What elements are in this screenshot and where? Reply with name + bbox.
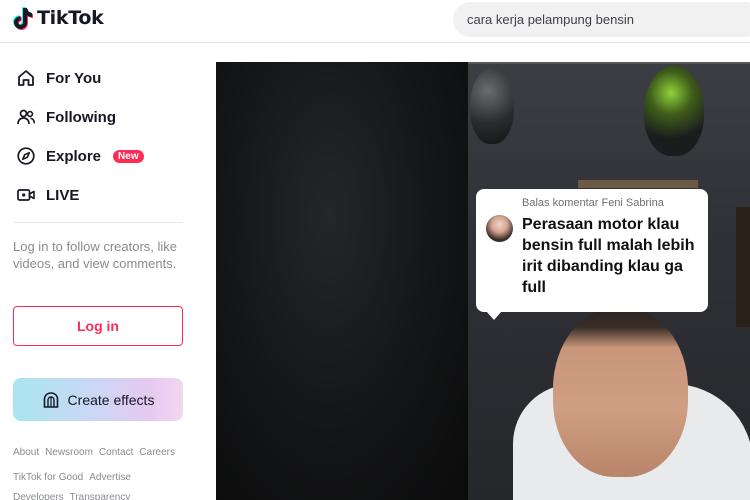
reply-comment-header: Balas komentar Feni Sabrina [522, 197, 664, 209]
nav-item-explore[interactable]: Explore New [16, 144, 144, 168]
shelf [578, 180, 698, 188]
effects-arch-icon [43, 391, 58, 408]
footer-links-row-3: Developers Transparency [13, 492, 198, 500]
footer-link-contact[interactable]: Contact [99, 447, 133, 458]
login-prompt-text: Log in to follow creators, like videos, … [13, 239, 178, 271]
footer-link-transparency[interactable]: Transparency [70, 492, 131, 500]
home-icon [16, 68, 36, 88]
nav-item-for-you[interactable]: For You [16, 66, 101, 90]
footer-link-careers[interactable]: Careers [139, 447, 175, 458]
footer-link-newsroom[interactable]: Newsroom [45, 447, 93, 458]
wall-poster [736, 207, 750, 327]
nav-item-following[interactable]: Following [16, 105, 116, 129]
video-blurred-background [216, 62, 468, 500]
reply-comment-text: Perasaan motor klau bensin full malah le… [522, 216, 695, 296]
create-effects-button[interactable]: Create effects [13, 378, 183, 421]
comment-bubble-tail [486, 311, 502, 320]
live-video-icon [16, 185, 36, 205]
tiktok-wordmark: TikTok [37, 7, 104, 29]
video-player[interactable]: Balas komentar Feni Sabrina Perasaan mot… [216, 62, 750, 500]
top-bar: TikTok cara kerja pelampung bensin [0, 0, 750, 43]
footer-links-row-1: About Newsroom Contact Careers [13, 447, 198, 458]
login-button[interactable]: Log in [13, 306, 183, 346]
footer-link-tiktok-for-good[interactable]: TikTok for Good [13, 472, 83, 483]
nav-label-for-you: For You [46, 69, 102, 87]
nav-label-following: Following [46, 108, 116, 126]
footer-links-row-2: TikTok for Good Advertise [13, 472, 198, 483]
reply-comment-sticker: Balas komentar Feni Sabrina Perasaan mot… [476, 189, 708, 320]
sidebar: For You Following Explore New LIVE Log i… [0, 43, 200, 500]
wall-edge [468, 62, 750, 64]
new-badge: New [113, 149, 144, 163]
footer-link-advertise[interactable]: Advertise [89, 472, 131, 483]
search-input[interactable]: cara kerja pelampung bensin [453, 2, 750, 37]
create-effects-label: Create effects [67, 391, 155, 408]
search-query-text: cara kerja pelampung bensin [467, 12, 634, 27]
nav-label-live: LIVE [46, 186, 80, 204]
helmet-right [644, 66, 704, 156]
compass-icon [16, 146, 36, 166]
helmet-left [470, 68, 514, 144]
nav-item-live[interactable]: LIVE [16, 183, 79, 207]
people-icon [16, 107, 36, 127]
tiktok-logo-icon [13, 7, 33, 30]
footer-link-about[interactable]: About [13, 447, 39, 458]
nav-label-explore: Explore [46, 147, 102, 165]
footer-link-developers[interactable]: Developers [13, 492, 64, 500]
person-head [553, 307, 688, 477]
commenter-avatar [486, 215, 513, 242]
sidebar-divider [13, 222, 183, 223]
tiktok-logo[interactable]: TikTok [12, 6, 104, 30]
